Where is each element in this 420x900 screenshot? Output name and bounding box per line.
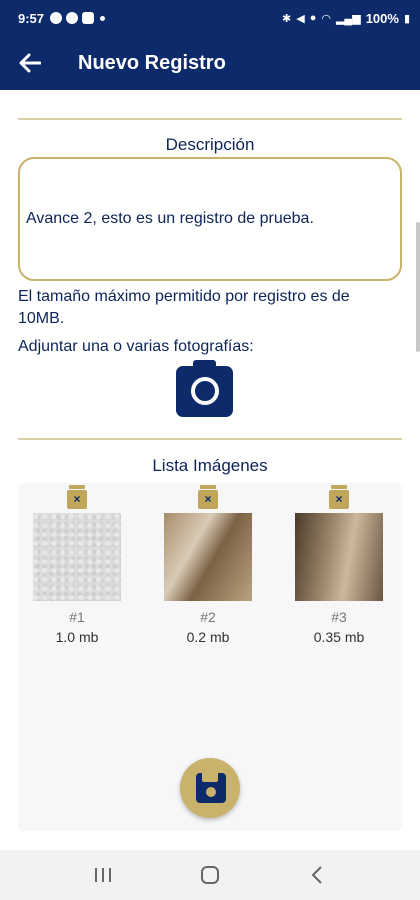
image-size: 0.2 mb (186, 629, 230, 645)
message-icon (66, 12, 79, 24)
divider (18, 438, 402, 440)
location-icon: ● (309, 12, 317, 24)
attach-prompt: Adjuntar una o varias fotografías: (18, 338, 254, 355)
battery-level: 100% (365, 10, 399, 26)
system-indicators: ✱ ◀ ● ◠ ▂▄▆ 100% ▮ (282, 11, 410, 26)
delete-image-button[interactable]: × (67, 485, 87, 509)
battery-icon: ▮ (403, 12, 410, 25)
image-item: × #2 0.2 mb (163, 483, 253, 645)
image-number: #3 (331, 609, 347, 625)
image-thumbnail[interactable] (295, 513, 383, 601)
description-label: Descripción (165, 135, 255, 154)
image-number: #2 (200, 609, 216, 625)
mute-icon: ◀ (296, 12, 305, 25)
notification-icons (50, 12, 95, 24)
camera-lens (191, 377, 219, 405)
page-title: Nuevo Registro (78, 51, 226, 74)
back-chevron-icon (311, 866, 322, 884)
trash-icon (69, 485, 85, 489)
form-content: Descripción Avance 2, esto es un registr… (0, 90, 420, 850)
nav-back-button[interactable] (297, 855, 337, 895)
camera-icon (193, 360, 216, 369)
trash-icon (200, 485, 216, 489)
home-icon (200, 866, 219, 884)
image-thumbnail[interactable] (164, 513, 252, 601)
save-button[interactable] (180, 758, 240, 818)
image-thumbnail[interactable] (33, 513, 121, 601)
trash-icon (331, 485, 347, 489)
max-size-notice: El tamaño máximo permitido por registro … (18, 288, 350, 327)
image-size: 0.35 mb (313, 629, 365, 645)
system-nav-bar (0, 850, 420, 900)
image-size: 1.0 mb (55, 629, 99, 645)
camera-button[interactable] (176, 360, 233, 417)
back-button[interactable] (0, 36, 60, 90)
gallery-icon (82, 12, 95, 24)
description-field[interactable]: Avance 2, esto es un registro de prueba. (18, 157, 402, 281)
floppy-disk-icon (196, 773, 226, 803)
description-text: Avance 2, esto es un registro de prueba. (26, 210, 314, 227)
home-button[interactable] (190, 855, 230, 895)
delete-image-button[interactable]: × (198, 485, 218, 509)
image-item: × #1 1.0 mb (32, 483, 122, 645)
bluetooth-icon: ✱ (282, 12, 292, 25)
delete-image-button[interactable]: × (329, 485, 349, 509)
more-notifications-icon (100, 15, 106, 21)
arrow-left-icon (19, 53, 41, 73)
recents-icon (95, 868, 112, 882)
image-item: × #3 0.35 mb (294, 483, 384, 645)
status-time: 9:57 (18, 10, 45, 26)
image-list-label: Lista Imágenes (152, 456, 268, 475)
wifi-icon: ◠ (321, 12, 331, 25)
status-bar: 9:57 ✱ ◀ ● ◠ ▂▄▆ 100% ▮ (0, 0, 420, 36)
recents-button[interactable] (83, 855, 123, 895)
divider (18, 118, 402, 120)
image-number: #1 (69, 609, 85, 625)
facebook-icon (50, 12, 63, 24)
signal-icon: ▂▄▆ (335, 12, 361, 25)
scrollbar[interactable] (416, 222, 420, 352)
app-bar: Nuevo Registro (0, 36, 420, 90)
